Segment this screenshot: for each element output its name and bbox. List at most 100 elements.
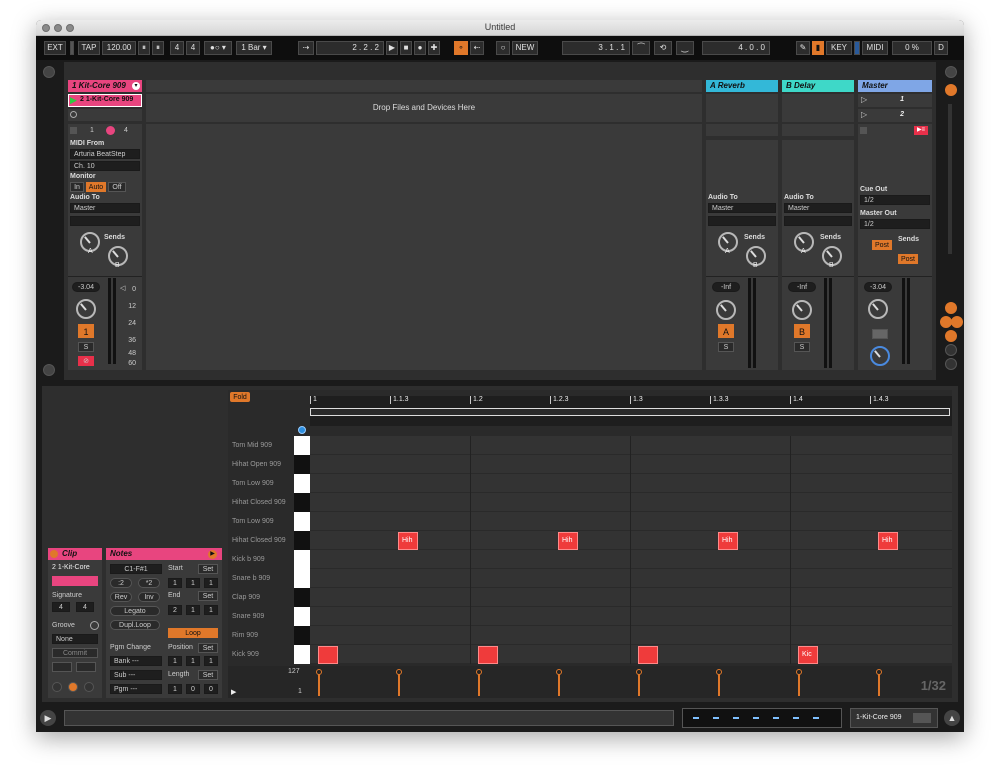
- velocity-marker[interactable]: [636, 669, 642, 696]
- arm-box-icon[interactable]: [70, 127, 77, 134]
- return-b-audio-to-select[interactable]: Master: [784, 203, 852, 213]
- velocity-marker[interactable]: [316, 669, 322, 696]
- solo-button[interactable]: S: [78, 342, 94, 352]
- velocity-marker[interactable]: [876, 669, 882, 696]
- return-b-volume-field[interactable]: -Inf: [788, 282, 816, 292]
- record-icon[interactable]: ●: [414, 41, 426, 55]
- reverse-button[interactable]: Rev: [110, 592, 132, 602]
- piano-key[interactable]: [294, 607, 310, 626]
- monitor-in-button[interactable]: In: [70, 182, 84, 192]
- track-device-icon[interactable]: [913, 713, 931, 723]
- velocity-marker[interactable]: [476, 669, 482, 696]
- automation-arm-icon[interactable]: ⚬: [454, 41, 468, 55]
- notes-box-icon[interactable]: [68, 682, 78, 692]
- return-b-header[interactable]: B Delay: [782, 80, 854, 92]
- draw-mode-icon[interactable]: ✎: [796, 41, 810, 55]
- scene-launch-icon[interactable]: ▷: [861, 110, 867, 119]
- piano-key[interactable]: [294, 550, 310, 569]
- length-set-button[interactable]: Set: [198, 670, 218, 680]
- velocity-editor[interactable]: 127 1 ▶ 1/32: [228, 666, 952, 698]
- note-range-field[interactable]: C1-F#1: [110, 564, 162, 574]
- loop-length-field[interactable]: 4 . 0 . 0: [702, 41, 770, 55]
- return-a-header[interactable]: A Reverb: [706, 80, 778, 92]
- start-set-button[interactable]: Set: [198, 564, 218, 574]
- bank-select[interactable]: Bank ---: [110, 656, 162, 666]
- punch-out-icon[interactable]: ⏝: [676, 41, 694, 55]
- sub-bank-select[interactable]: Sub ---: [110, 670, 162, 680]
- midi-note[interactable]: Hih: [558, 532, 578, 550]
- launch-mode-button[interactable]: [52, 662, 72, 672]
- crossfader-toggle-icon[interactable]: [945, 344, 957, 356]
- start-bar[interactable]: 1: [168, 578, 182, 588]
- view-menu-icon[interactable]: [945, 66, 957, 78]
- velocity-marker[interactable]: [396, 669, 402, 696]
- master-cue-icon[interactable]: [872, 329, 888, 339]
- track-delay-toggle-icon[interactable]: [945, 358, 957, 370]
- info-view-toggle-icon[interactable]: ▶: [40, 710, 56, 726]
- follow-icon[interactable]: ⇢: [298, 41, 314, 55]
- audio-to-channel[interactable]: [70, 216, 140, 226]
- clip-color-select[interactable]: [52, 576, 98, 586]
- commit-button[interactable]: Commit: [52, 648, 98, 658]
- midi-from-select[interactable]: Arturia BeatStep: [70, 149, 140, 159]
- master-pan-knob[interactable]: [868, 299, 888, 319]
- midi-note[interactable]: [318, 646, 338, 664]
- new-button[interactable]: NEW: [512, 41, 538, 55]
- record-arm-icon[interactable]: [106, 126, 115, 135]
- return-a-solo-button[interactable]: S: [718, 342, 734, 352]
- hard-disk-button[interactable]: D: [934, 41, 948, 55]
- master-box-icon[interactable]: [860, 127, 867, 134]
- io-toggle-icon[interactable]: [945, 302, 957, 314]
- track-menu-icon[interactable]: ▾: [132, 82, 140, 90]
- master-header[interactable]: Master: [858, 80, 932, 92]
- monitor-off-button[interactable]: Off: [108, 182, 126, 192]
- launch-box-icon[interactable]: [52, 682, 62, 692]
- legato-button[interactable]: Legato: [110, 606, 160, 616]
- overview-toggle-icon[interactable]: [43, 364, 55, 376]
- tap-tempo-button[interactable]: TAP: [78, 41, 100, 55]
- start-sixteenth[interactable]: 1: [204, 578, 218, 588]
- velocity-expand-icon[interactable]: ▶: [231, 688, 236, 696]
- piano-key[interactable]: [294, 474, 310, 493]
- tempo-field[interactable]: 120.00: [102, 41, 136, 55]
- piano-key[interactable]: [294, 436, 310, 455]
- return-b-pan-knob[interactable]: [792, 300, 812, 320]
- groove-pool-icon[interactable]: [90, 621, 99, 630]
- monitor-auto-button[interactable]: Auto: [86, 182, 106, 192]
- double-button[interactable]: *2: [138, 578, 160, 588]
- punch-in-icon[interactable]: ⏜: [632, 41, 650, 55]
- return-a-volume-field[interactable]: -Inf: [712, 282, 740, 292]
- fold-button[interactable]: Fold: [230, 392, 250, 402]
- position-beat[interactable]: 1: [186, 656, 200, 666]
- track-activator-button[interactable]: 1: [78, 324, 94, 338]
- scene-launch-icon[interactable]: ▷: [861, 95, 867, 104]
- audio-to-select[interactable]: Master: [70, 203, 140, 213]
- signature-denominator[interactable]: 4: [186, 41, 200, 55]
- duplicate-loop-button[interactable]: Dupl.Loop: [110, 620, 160, 630]
- piano-key[interactable]: [294, 455, 310, 474]
- clip-sig-den[interactable]: 4: [76, 602, 94, 612]
- cue-volume-knob[interactable]: [870, 346, 890, 366]
- piano-key[interactable]: [294, 493, 310, 512]
- drop-zone[interactable]: Drop Files and Devices Here: [146, 94, 702, 122]
- stop-all-clips-icon[interactable]: ▶≡: [914, 126, 928, 135]
- overview-minimap[interactable]: [682, 708, 842, 728]
- velocity-marker[interactable]: [716, 669, 722, 696]
- end-beat[interactable]: 1: [186, 605, 200, 615]
- loop-brace[interactable]: [310, 408, 950, 416]
- clip-sig-num[interactable]: 4: [52, 602, 70, 612]
- drop-zone-mixer[interactable]: [146, 124, 702, 370]
- note-grid[interactable]: Hih Hih Hih Hih Kic: [310, 436, 952, 664]
- mixer-toggle-icon[interactable]: [945, 84, 957, 96]
- midi-note[interactable]: [478, 646, 498, 664]
- arrangement-position[interactable]: 2 . 2 . 2: [316, 41, 384, 55]
- session-record-icon[interactable]: ○: [496, 41, 510, 55]
- play-icon[interactable]: ▶: [386, 41, 398, 55]
- piano-key[interactable]: [294, 626, 310, 645]
- position-bar[interactable]: 1: [168, 656, 182, 666]
- midi-channel-select[interactable]: Ch. 10: [70, 161, 140, 171]
- cue-out-select[interactable]: 1/2: [860, 195, 930, 205]
- overdub-icon[interactable]: ✚: [428, 41, 440, 55]
- piano-key[interactable]: [294, 531, 310, 550]
- piano-key[interactable]: [294, 588, 310, 607]
